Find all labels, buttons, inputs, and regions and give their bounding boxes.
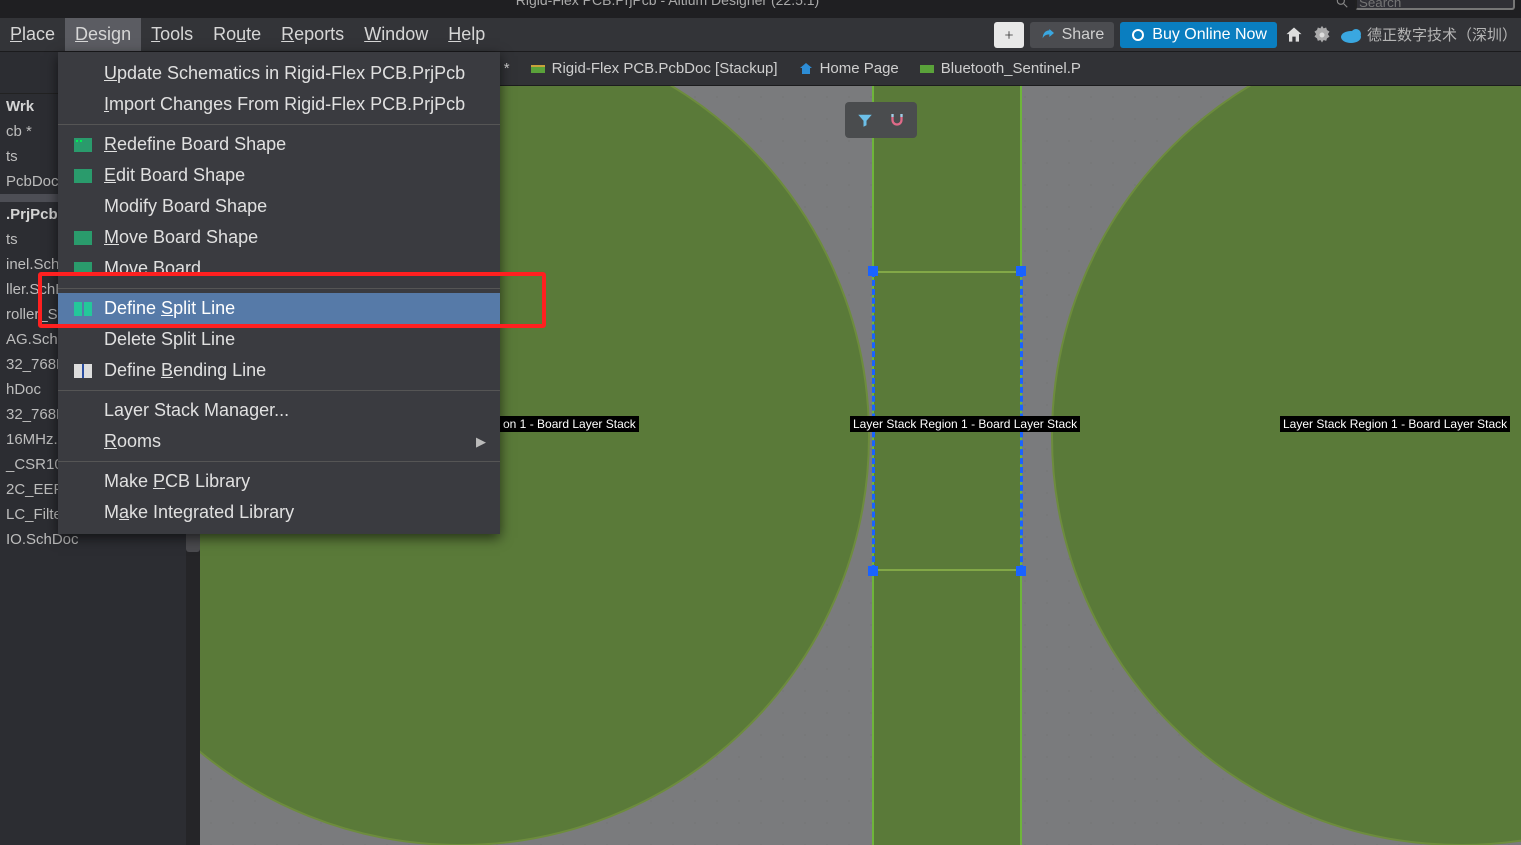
- bend-icon: [72, 364, 94, 378]
- share-button[interactable]: Share: [1030, 22, 1115, 48]
- home-icon[interactable]: [1283, 24, 1305, 46]
- menu-import-changes[interactable]: Import Changes From Rigid-Flex PCB.PrjPc…: [58, 89, 500, 120]
- search-input[interactable]: [1355, 0, 1515, 10]
- menu-separator: [58, 461, 500, 462]
- filter-icon[interactable]: [851, 106, 879, 134]
- menubar: Place Design Tools Route Reports Window …: [0, 18, 1521, 52]
- selection-handle[interactable]: [1016, 566, 1026, 576]
- menu-modify-board-shape[interactable]: Modify Board Shape: [58, 191, 500, 222]
- buy-label: Buy Online Now: [1152, 26, 1267, 44]
- magnet-icon[interactable]: [883, 106, 911, 134]
- menu-window[interactable]: Window: [354, 18, 438, 51]
- menu-update-schematics[interactable]: Update Schematics in Rigid-Flex PCB.PrjP…: [58, 58, 500, 89]
- buy-online-button[interactable]: Buy Online Now: [1120, 22, 1277, 48]
- split-icon: [72, 302, 94, 316]
- window-title: Rigid-Flex PCB.PrjPcb - Altium Designer …: [0, 0, 1335, 8]
- cloud-label: 德正数字技术（深圳）: [1367, 24, 1517, 45]
- board-icon: [72, 138, 94, 152]
- region-label: Layer Stack Region 1 - Board Layer Stack: [1280, 416, 1510, 432]
- menu-delete-split-line[interactable]: Delete Split Line: [58, 324, 500, 355]
- selection-handle[interactable]: [868, 266, 878, 276]
- menu-make-pcb-library[interactable]: Make PCB Library: [58, 466, 500, 497]
- menu-move-board-shape[interactable]: Move Board Shape: [58, 222, 500, 253]
- board-icon: [72, 169, 94, 183]
- window-titlebar: Rigid-Flex PCB.PrjPcb - Altium Designer …: [0, 0, 1521, 18]
- menu-separator: [58, 390, 500, 391]
- region-label: Layer Stack Region 1 - Board Layer Stack: [850, 416, 1080, 432]
- board-icon: [72, 231, 94, 245]
- design-menu-dropdown: Update Schematics in Rigid-Flex PCB.PrjP…: [58, 52, 500, 534]
- menu-define-bending-line[interactable]: Define Bending Line: [58, 355, 500, 386]
- menu-edit-board-shape[interactable]: Edit Board Shape: [58, 160, 500, 191]
- menu-design[interactable]: Design: [65, 18, 141, 51]
- menu-define-split-line[interactable]: Define Split Line: [58, 293, 500, 324]
- tab-home[interactable]: Home Page: [788, 52, 909, 85]
- menu-reports[interactable]: Reports: [271, 18, 354, 51]
- selection-handle[interactable]: [1016, 266, 1026, 276]
- tab-bluetooth-sentinel[interactable]: Bluetooth_Sentinel.P: [909, 52, 1091, 85]
- add-button[interactable]: [994, 22, 1024, 48]
- menu-redefine-board-shape[interactable]: Redefine Board Shape: [58, 129, 500, 160]
- menu-move-board[interactable]: Move Board: [58, 253, 500, 284]
- share-label: Share: [1062, 26, 1105, 44]
- board-icon: [72, 262, 94, 276]
- search-icon: [1335, 0, 1349, 9]
- cloud-status[interactable]: 德正数字技术（深圳）: [1339, 24, 1517, 45]
- menu-separator: [58, 124, 500, 125]
- menu-route[interactable]: Route: [203, 18, 271, 51]
- region-label: on 1 - Board Layer Stack: [500, 416, 639, 432]
- gear-icon[interactable]: [1311, 24, 1333, 46]
- menu-separator: [58, 288, 500, 289]
- menu-place[interactable]: Place: [0, 18, 65, 51]
- menu-make-integrated-library[interactable]: Make Integrated Library: [58, 497, 500, 528]
- pcb-icon: [530, 61, 546, 77]
- tab-rigidflex-stackup[interactable]: Rigid-Flex PCB.PcbDoc [Stackup]: [520, 52, 788, 85]
- pcb-icon: [919, 61, 935, 77]
- selection-handle[interactable]: [868, 566, 878, 576]
- submenu-arrow-icon: ▶: [476, 434, 486, 450]
- canvas-floating-toolbar: [845, 102, 917, 138]
- menu-tools[interactable]: Tools: [141, 18, 203, 51]
- menu-rooms[interactable]: Rooms ▶: [58, 426, 500, 457]
- home-icon: [798, 61, 814, 77]
- menu-layer-stack-manager[interactable]: Layer Stack Manager...: [58, 395, 500, 426]
- menu-help[interactable]: Help: [438, 18, 495, 51]
